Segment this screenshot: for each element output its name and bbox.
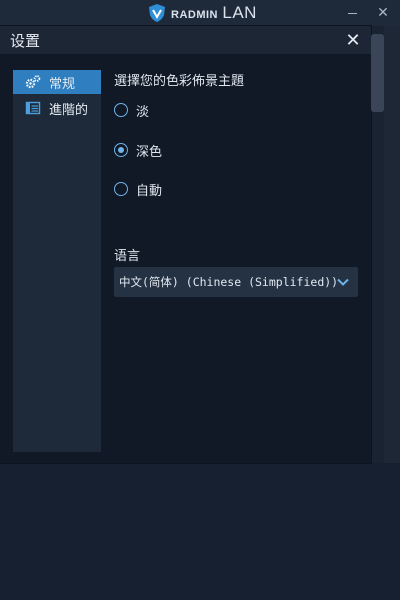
- language-select[interactable]: 中文(简体) (Chinese (Simplified)): [114, 267, 358, 297]
- theme-option-light[interactable]: 淡: [114, 100, 149, 120]
- radio-label: 自動: [136, 183, 163, 199]
- sidebar-item-advanced[interactable]: 進階的: [13, 96, 101, 120]
- language-select-value: 中文(简体) (Chinese (Simplified)): [119, 275, 339, 289]
- sidebar-item-label: 常规: [49, 76, 76, 92]
- brand: RADMIN LAN: [147, 2, 257, 24]
- minimize-button[interactable]: [339, 2, 365, 24]
- sidebar-item-label: 進階的: [49, 102, 89, 118]
- minimize-icon: [347, 12, 357, 14]
- radio-label: 深色: [136, 144, 163, 160]
- dialog-title: 设置: [10, 32, 41, 50]
- language-label: 语言: [114, 249, 141, 264]
- close-icon: ✕: [345, 29, 361, 51]
- advanced-list-icon: [25, 100, 41, 116]
- theme-option-auto[interactable]: 自動: [114, 179, 162, 199]
- chevron-down-icon: [337, 278, 349, 286]
- close-icon: ✕: [377, 5, 389, 21]
- gears-icon: [25, 74, 41, 90]
- brand-name: RADMIN LAN: [171, 3, 257, 23]
- brand-name-lan: LAN: [222, 3, 257, 22]
- radio-button[interactable]: [114, 182, 128, 196]
- radio-dot: [118, 147, 124, 153]
- settings-sidebar: 常规 進階的: [13, 70, 101, 452]
- radio-button-selected[interactable]: [114, 143, 128, 157]
- brand-name-radmin: RADMIN: [171, 9, 218, 21]
- radmin-shield-logo-icon: [149, 4, 165, 22]
- title-bar: RADMIN LAN ✕: [0, 0, 400, 26]
- dialog-scrollbar-thumb[interactable]: [371, 34, 384, 112]
- dialog-close-button[interactable]: ✕: [342, 29, 364, 51]
- theme-section-title: 選擇您的色彩佈景主題: [114, 74, 245, 89]
- main-window-background: [0, 463, 400, 600]
- radmin-lan-window: RADMIN LAN ✕ 设置 ✕ 常规 進階的 選擇您的色彩佈景主題 淡 深色…: [0, 0, 400, 600]
- theme-option-dark[interactable]: 深色: [114, 140, 162, 160]
- radio-label: 淡: [136, 104, 150, 120]
- sidebar-item-general[interactable]: 常规: [13, 70, 101, 94]
- radio-button[interactable]: [114, 103, 128, 117]
- window-close-button[interactable]: ✕: [370, 2, 396, 24]
- dialog-header: 设置 ✕: [0, 26, 371, 54]
- settings-dialog: 设置 ✕ 常规 進階的 選擇您的色彩佈景主題 淡 深色 自動 语言 中文(简体)…: [0, 26, 371, 463]
